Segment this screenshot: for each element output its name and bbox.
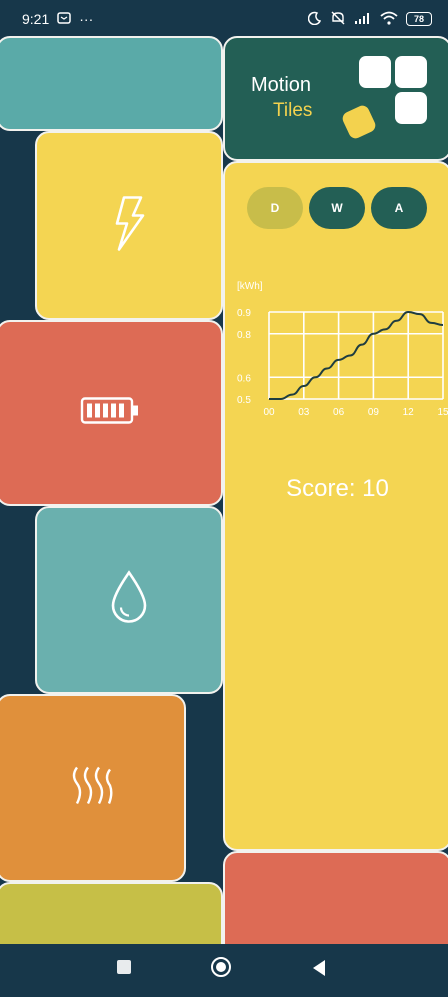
y-tick-label: 0.5	[237, 395, 251, 406]
score-label: Score: 10	[286, 475, 389, 502]
x-tick-label: 15	[437, 407, 448, 418]
header-tile: Motion Tiles	[223, 36, 448, 161]
chart-grid	[268, 311, 444, 400]
status-dots: ···	[79, 11, 94, 27]
battery-tile[interactable]	[0, 320, 223, 506]
x-tick-label: 12	[403, 407, 415, 418]
period-tab-week[interactable]: W	[309, 187, 365, 229]
recents-button[interactable]	[116, 959, 132, 980]
signal-icon	[354, 11, 372, 27]
app-title-line1: Motion	[251, 74, 312, 96]
heat-icon	[69, 764, 113, 813]
home-button[interactable]	[210, 956, 232, 983]
battery-icon: 78	[406, 12, 432, 26]
wifi-icon	[380, 11, 398, 28]
back-button[interactable]	[311, 959, 327, 982]
energy-line-chart: 0.5 0.6 0.8 0.9 00 03 06 09 12 15 [kWh]	[237, 281, 448, 418]
period-tab-label: D	[270, 201, 280, 215]
lightning-icon	[112, 195, 146, 256]
water-drop-icon	[107, 570, 151, 631]
x-tick-labels: 00 03 06 09 12 15	[263, 407, 448, 418]
period-tab-day[interactable]: D	[247, 187, 303, 229]
y-tick-label: 0.8	[237, 330, 251, 341]
period-tab-label: A	[394, 201, 404, 215]
x-tick-label: 06	[333, 407, 345, 418]
series-line	[269, 310, 444, 400]
moon-icon	[307, 11, 322, 28]
status-time: 9:21	[22, 11, 50, 27]
heat-tile[interactable]	[0, 694, 186, 882]
x-tick-label: 03	[298, 407, 310, 418]
notification-icon	[57, 11, 71, 27]
app-title-line2: Tiles	[273, 100, 313, 121]
status-bar: 9:21 ··· 78	[0, 0, 448, 38]
power-tile[interactable]	[35, 131, 223, 320]
x-tick-label: 00	[263, 407, 275, 418]
y-tick-labels: 0.5 0.6 0.8 0.9	[237, 308, 251, 406]
energy-chart-panel: D W A 0.5 0.6 0.8 0.9 00 03 06 09 12 15 [kWh] Sc…	[223, 161, 448, 851]
period-tab-all[interactable]: A	[371, 187, 427, 229]
period-tab-label: W	[331, 201, 343, 215]
y-tick-label: 0.9	[237, 308, 251, 319]
y-tick-label: 0.6	[237, 373, 251, 384]
mute-icon	[330, 11, 346, 28]
teal-tile[interactable]	[0, 36, 223, 131]
x-tick-label: 09	[368, 407, 380, 418]
y-axis-label: [kWh]	[237, 281, 263, 292]
battery-level: 78	[413, 14, 424, 24]
water-tile[interactable]	[35, 506, 223, 694]
navigation-bar	[0, 944, 448, 997]
battery-level-icon	[80, 396, 140, 431]
